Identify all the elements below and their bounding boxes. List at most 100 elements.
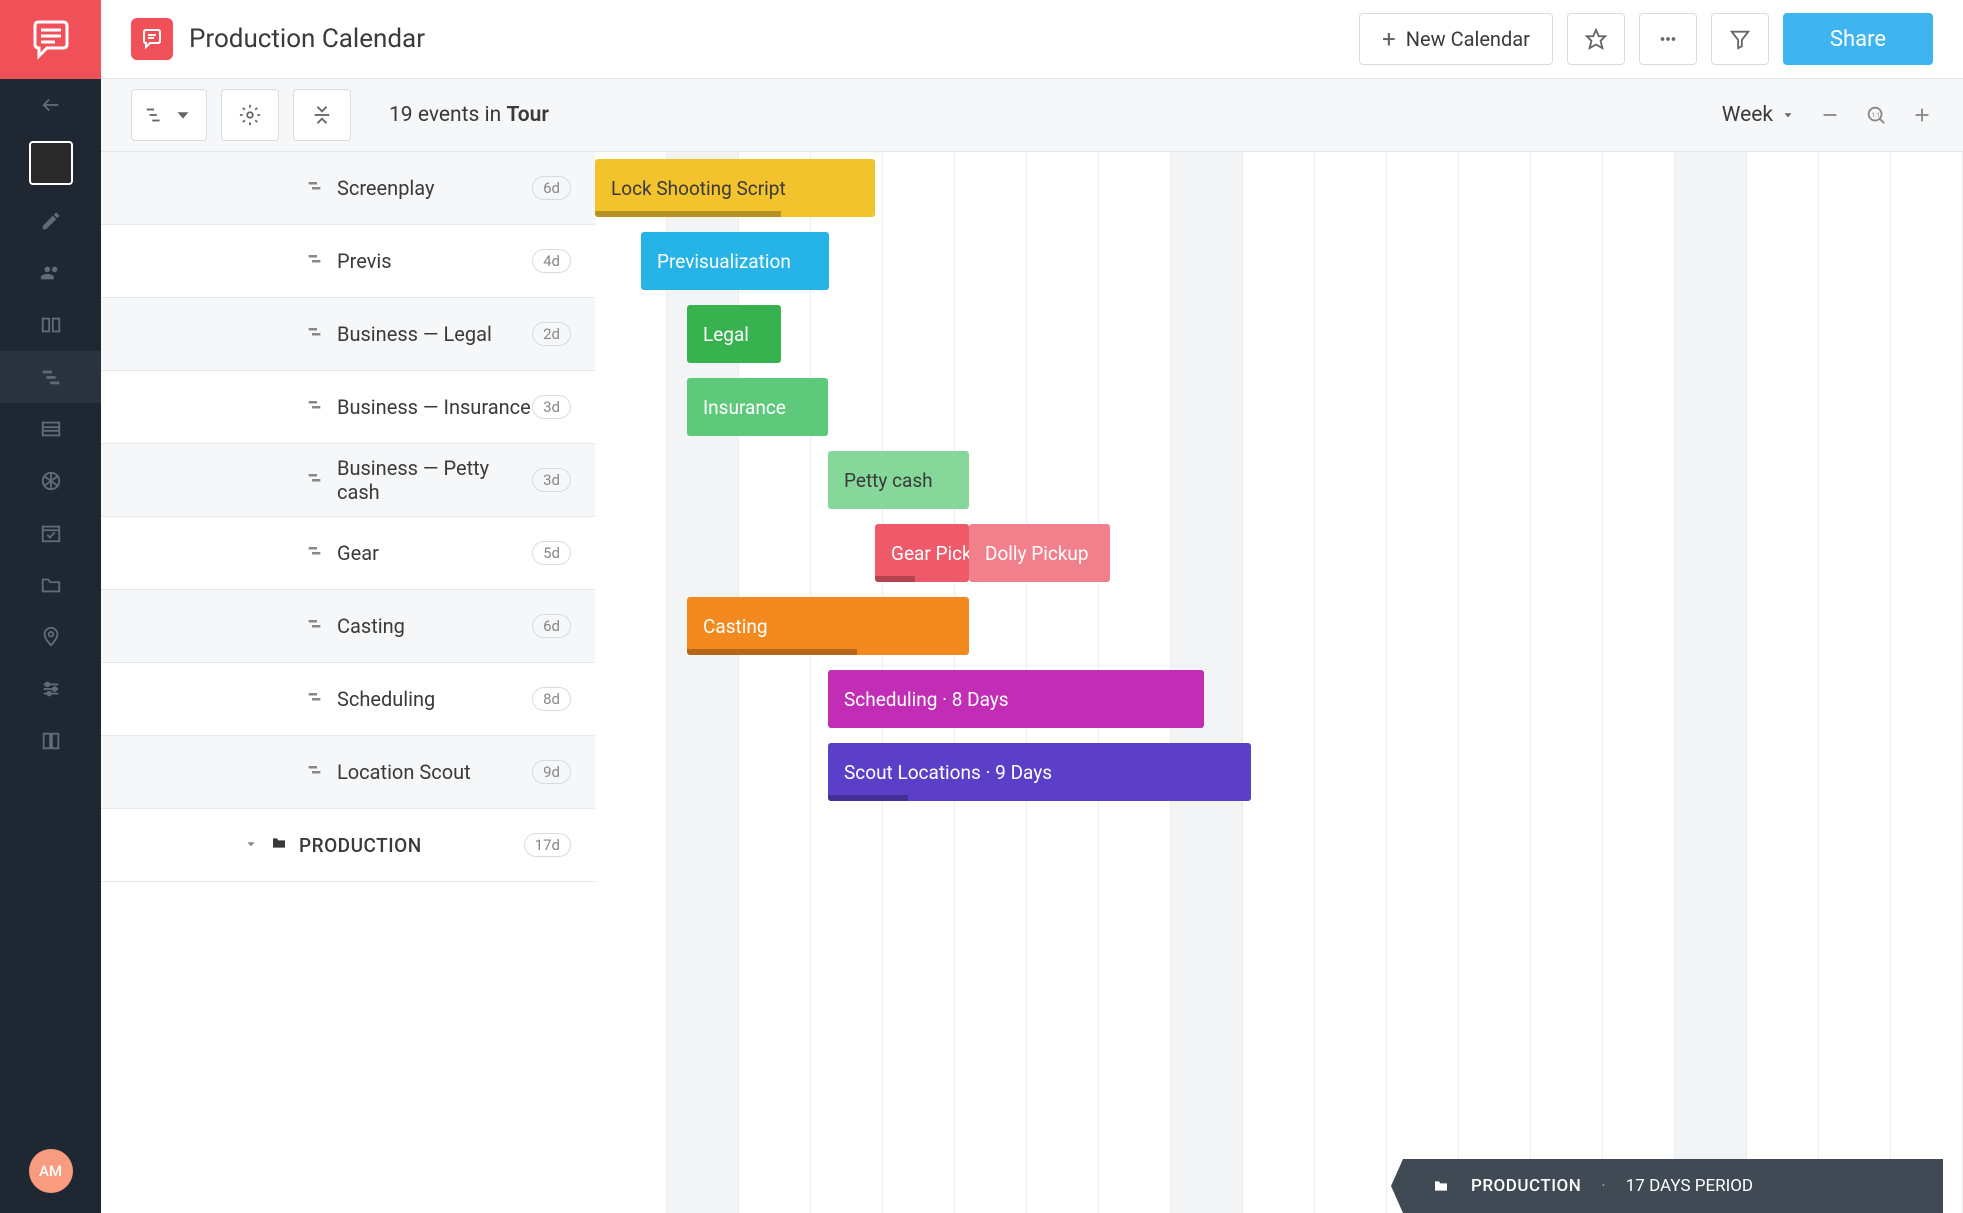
task-row[interactable]: Business — Insurance 3d	[101, 371, 595, 444]
task-name: Screenplay	[337, 176, 434, 200]
gantt-bar[interactable]: Gear Pickup	[875, 524, 969, 582]
zoom-in-button[interactable]	[1911, 104, 1933, 126]
gantt-bar[interactable]: Lock Shooting Script	[595, 159, 875, 217]
task-row[interactable]: Gear 5d	[101, 517, 595, 590]
task-duration: 9d	[532, 760, 571, 784]
task-name: Business — Legal	[337, 322, 492, 346]
user-avatar[interactable]: AM	[29, 1149, 73, 1193]
settings-button[interactable]	[221, 89, 279, 141]
bar-label: Legal	[703, 323, 749, 346]
task-duration: 2d	[532, 322, 571, 346]
group-row[interactable]: PRODUCTION 17d	[101, 809, 595, 882]
calendar-icon[interactable]	[0, 507, 101, 559]
bar-label: Lock Shooting Script	[611, 177, 786, 200]
folder-icon	[269, 835, 289, 855]
hierarchy-dropdown[interactable]	[131, 89, 207, 141]
gantt-bar[interactable]: Petty cash	[828, 451, 969, 509]
task-duration: 3d	[532, 395, 571, 419]
bar-label: Scout Locations · 9 Days	[844, 761, 1052, 784]
task-row[interactable]: Business — Petty cash 3d	[101, 444, 595, 517]
app-logo[interactable]	[0, 0, 101, 79]
sliders-icon[interactable]	[0, 663, 101, 715]
gear-icon	[239, 104, 261, 126]
gantt-bar[interactable]: Casting	[687, 597, 969, 655]
group-duration: 17d	[524, 833, 571, 857]
task-name: Casting	[337, 614, 405, 638]
task-icon	[307, 398, 327, 417]
favorite-button[interactable]	[1567, 13, 1625, 65]
view-selector[interactable]: Week	[1722, 103, 1795, 127]
bar-label: Dolly Pickup	[985, 542, 1089, 565]
zoom-out-button[interactable]	[1819, 104, 1841, 126]
table-icon[interactable]	[0, 403, 101, 455]
pencil-icon[interactable]	[0, 195, 101, 247]
task-name: Scheduling	[337, 687, 435, 711]
task-row[interactable]: Location Scout 9d	[101, 736, 595, 809]
task-name: Business — Insurance	[337, 395, 531, 419]
task-icon	[307, 617, 327, 636]
bar-label: Scheduling · 8 Days	[844, 688, 1009, 711]
back-arrow-icon[interactable]	[0, 79, 101, 131]
reset-zoom-icon: 1:1	[1865, 104, 1887, 126]
task-row[interactable]: Casting 6d	[101, 590, 595, 663]
task-icon	[307, 544, 327, 563]
columns-icon[interactable]	[0, 299, 101, 351]
bar-label: Insurance	[703, 396, 786, 419]
bar-label: Gear Pickup	[891, 542, 969, 565]
chevron-down-icon	[1781, 108, 1795, 122]
task-row[interactable]: Screenplay 6d	[101, 152, 595, 225]
more-button[interactable]	[1639, 13, 1697, 65]
gantt-bar[interactable]: Scout Locations · 9 Days	[828, 743, 1251, 801]
people-icon[interactable]	[0, 247, 101, 299]
filter-icon	[1729, 28, 1751, 50]
bar-label: Petty cash	[844, 469, 933, 492]
left-sidebar: AM	[0, 0, 101, 1213]
project-thumbnail[interactable]	[29, 141, 73, 185]
zoom-reset-button[interactable]: 1:1	[1865, 104, 1887, 126]
task-name: Location Scout	[337, 760, 471, 784]
gantt-bar[interactable]: Scheduling · 8 Days	[828, 670, 1204, 728]
task-duration: 4d	[532, 249, 571, 273]
task-row[interactable]: Previs 4d	[101, 225, 595, 298]
chevron-down-icon	[172, 104, 194, 126]
task-name: Gear	[337, 541, 379, 565]
task-icon	[307, 690, 327, 709]
calendar-app-icon	[131, 18, 173, 60]
location-icon[interactable]	[0, 611, 101, 663]
svg-text:1:1: 1:1	[1871, 111, 1880, 119]
task-icon	[307, 179, 327, 198]
task-row[interactable]: Business — Legal 2d	[101, 298, 595, 371]
bar-label: Casting	[703, 615, 768, 638]
group-name: PRODUCTION	[299, 834, 422, 857]
hierarchy-icon	[144, 104, 166, 126]
filter-button[interactable]	[1711, 13, 1769, 65]
plus-icon: +	[1382, 25, 1396, 53]
task-icon	[307, 252, 327, 271]
gantt-bar[interactable]: Legal	[687, 305, 781, 363]
task-row[interactable]: Scheduling 8d	[101, 663, 595, 736]
gantt-icon[interactable]	[0, 351, 101, 403]
group-footer-bar: PRODUCTION · 17 DAYS PERIOD	[1403, 1159, 1943, 1213]
chevron-down-icon	[241, 836, 261, 855]
task-duration: 6d	[532, 614, 571, 638]
events-summary: 19 events in Tour	[389, 103, 549, 127]
more-icon	[1657, 28, 1679, 50]
collapse-button[interactable]	[293, 89, 351, 141]
gantt-bar[interactable]: Previsualization	[641, 232, 829, 290]
task-name: Business — Petty cash	[337, 456, 532, 504]
gantt-chart[interactable]: Lock Shooting Script Previsualization Lega…	[595, 152, 1963, 1213]
share-button[interactable]: Share	[1783, 13, 1933, 65]
task-name: Previs	[337, 249, 392, 273]
task-icon	[307, 471, 327, 490]
folder-icon	[1431, 1178, 1451, 1194]
book-icon[interactable]	[0, 715, 101, 767]
collapse-icon	[311, 104, 333, 126]
folder-icon[interactable]	[0, 559, 101, 611]
gantt-bar[interactable]: Dolly Pickup	[969, 524, 1110, 582]
aperture-icon[interactable]	[0, 455, 101, 507]
minus-icon	[1819, 104, 1841, 126]
star-icon	[1585, 28, 1607, 50]
new-calendar-button[interactable]: +New Calendar	[1359, 13, 1553, 65]
task-duration: 5d	[532, 541, 571, 565]
gantt-bar[interactable]: Insurance	[687, 378, 828, 436]
